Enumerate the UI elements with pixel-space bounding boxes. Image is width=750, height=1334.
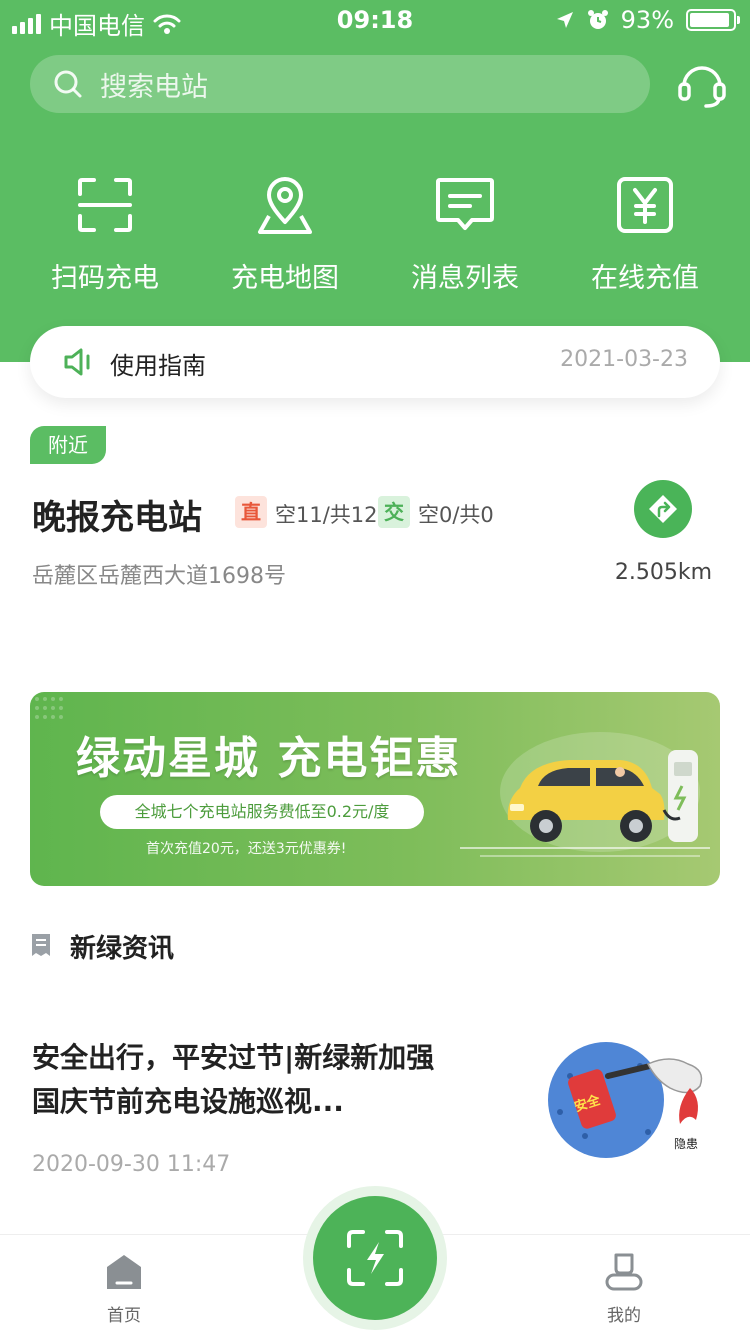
promo-banner[interactable]: 绿动星城 充电钜惠 全城七个充电站服务费低至0.2元/度 首次充值20元，还送3…	[30, 692, 720, 886]
station-distance: 2.505km	[614, 560, 712, 585]
tab-home-label: 首页	[107, 1306, 141, 1326]
yuan-icon	[617, 177, 673, 233]
notice-title: 使用指南	[110, 352, 206, 380]
alarm-icon	[587, 10, 608, 29]
news-time: 2020-09-30 11:47	[32, 1152, 231, 1177]
quick-action-label: 消息列表	[411, 263, 519, 294]
news-thumb-text-2: 隐患	[674, 1137, 698, 1151]
tab-home[interactable]: 首页	[64, 1251, 184, 1326]
news-section-title: 新绿资讯	[70, 934, 175, 964]
search-placeholder: 搜索电站	[100, 71, 208, 103]
quick-action-label: 扫码充电	[51, 263, 159, 294]
battery-icon	[686, 9, 740, 31]
user-icon	[605, 1253, 643, 1291]
navigate-button[interactable]	[634, 480, 692, 538]
banner-title: 绿动星城 充电钜惠	[76, 733, 462, 784]
ac-charger-status: 空0/共0	[418, 503, 494, 527]
location-arrow-icon	[556, 12, 573, 28]
message-icon	[436, 178, 494, 230]
news-icon	[32, 934, 50, 956]
quick-action-recharge[interactable]: 在线充值	[570, 170, 720, 295]
dc-charger-badge: 直	[235, 496, 267, 528]
notice-card[interactable]: 使用指南 2021-03-23	[30, 326, 720, 398]
quick-action-label: 在线充值	[591, 263, 699, 294]
quick-action-scan[interactable]: 扫码充电	[30, 170, 180, 295]
quick-action-map[interactable]: 充电地图	[210, 170, 360, 295]
news-thumbnail: 安全 隐患	[530, 1036, 718, 1162]
navigation-icon	[649, 495, 677, 523]
station-name[interactable]: 晚报充电站	[32, 490, 202, 539]
map-pin-icon	[258, 177, 312, 234]
home-icon	[107, 1255, 141, 1289]
banner-note: 首次充值20元，还送3元优惠券!	[146, 841, 347, 857]
battery-percent: 93%	[620, 6, 674, 34]
battery-fill	[690, 13, 730, 27]
banner-pill: 全城七个充电站服务费低至0.2元/度	[100, 795, 424, 829]
status-bar: 中国电信 09:18 93%	[0, 0, 750, 44]
quick-action-label: 充电地图	[231, 263, 339, 294]
scan-charge-button[interactable]	[313, 1196, 437, 1320]
nearby-tag: 附近	[30, 426, 106, 464]
search-icon	[54, 70, 82, 98]
scan-charge-icon	[347, 1230, 403, 1286]
news-title: 安全出行，平安过节|新绿新加强国庆节前充电设施巡视...	[32, 1041, 435, 1118]
notice-date: 2021-03-23	[560, 347, 688, 372]
quick-action-messages[interactable]: 消息列表	[390, 170, 540, 295]
banner-dots-decoration	[35, 697, 63, 719]
headset-icon[interactable]	[676, 58, 728, 110]
scan-icon	[78, 178, 132, 232]
ac-charger-badge: 交	[378, 496, 410, 528]
tab-mine-label: 我的	[607, 1306, 641, 1326]
search-input[interactable]: 搜索电站	[30, 55, 650, 113]
station-address: 岳麓区岳麓西大道1698号	[32, 564, 286, 589]
dc-charger-status: 空11/共12	[275, 503, 378, 527]
tab-mine[interactable]: 我的	[564, 1251, 684, 1326]
speaker-icon	[64, 348, 90, 376]
car-charging-illustration	[460, 732, 710, 857]
